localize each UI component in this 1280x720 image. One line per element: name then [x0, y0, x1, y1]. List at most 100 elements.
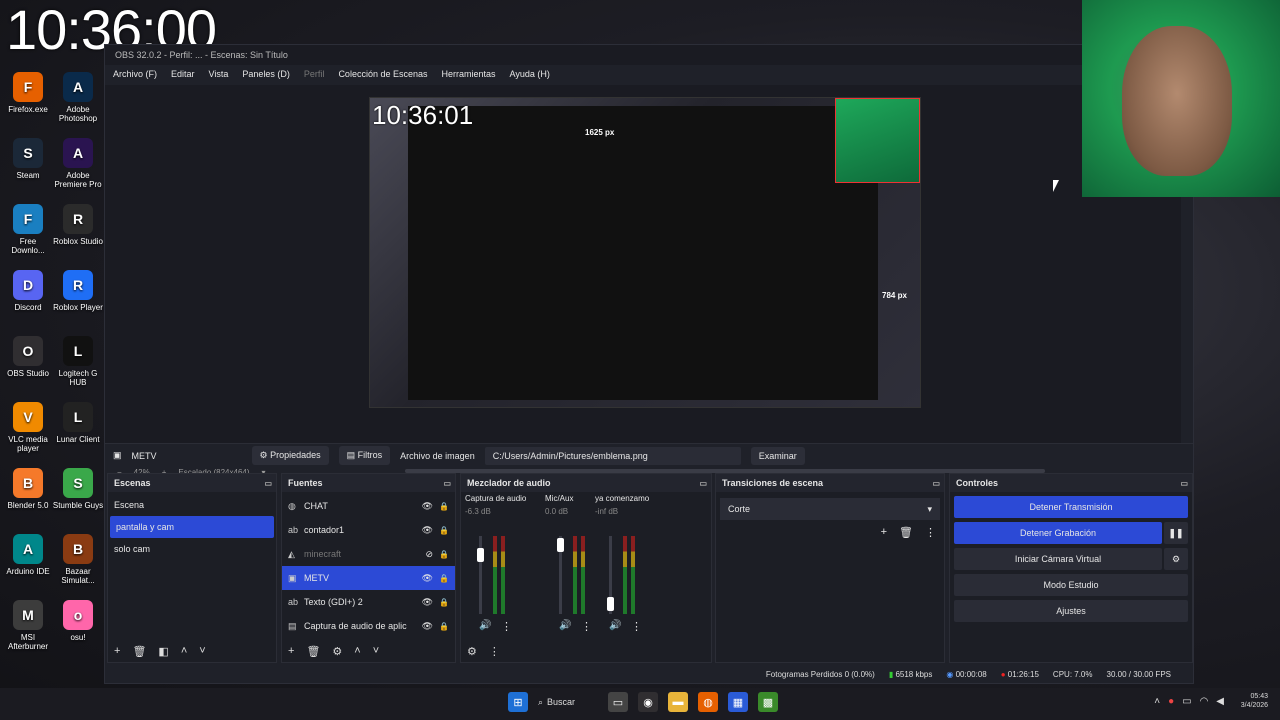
chevron-up-icon[interactable]: ˄ — [1154, 696, 1160, 707]
transition-select[interactable]: Corte ▾ — [720, 498, 940, 520]
desktop-icon[interactable]: R Roblox Player — [52, 270, 104, 312]
volume-icon[interactable]: 🔊 — [559, 620, 571, 631]
obs-taskbar-icon[interactable]: ◉ — [638, 692, 658, 712]
desktop-icon[interactable]: A Adobe Premiere Pro — [52, 138, 104, 189]
lock-icon[interactable]: 🔒 — [439, 598, 449, 607]
source-item[interactable]: ab contador1 👁 🔒 — [282, 518, 455, 542]
volume-slider-handle[interactable] — [557, 537, 564, 552]
menu-item[interactable]: Editar — [171, 69, 195, 79]
task-view-icon[interactable]: ▭ — [608, 692, 628, 712]
chevron-up-icon[interactable]: ˄ — [354, 645, 360, 658]
more-options-icon[interactable]: ⋮ — [581, 620, 592, 633]
network-icon[interactable]: ▭ — [1182, 696, 1191, 707]
gear-icon[interactable]: ⚙ — [332, 645, 342, 658]
lock-icon[interactable]: 🔒 — [439, 622, 449, 631]
lock-icon[interactable]: 🔒 — [439, 502, 449, 511]
source-item[interactable]: ▣ METV 👁 🔒 — [282, 566, 455, 590]
pause-recording-icon[interactable]: ❚❚ — [1164, 522, 1188, 544]
start-virtual-camera-button[interactable]: Iniciar Cámara Virtual — [954, 548, 1162, 570]
desktop-icon[interactable]: L Lunar Client — [52, 402, 104, 444]
undock-icon[interactable]: ▭ — [264, 479, 272, 488]
scene-item[interactable]: pantalla y cam — [110, 516, 274, 538]
menu-item[interactable]: Colección de Escenas — [338, 69, 427, 79]
studio-mode-button[interactable]: Modo Estudio — [954, 574, 1188, 596]
volume-slider-handle[interactable] — [607, 596, 614, 611]
undock-icon[interactable]: ▭ — [932, 479, 940, 488]
eye-icon[interactable]: 👁 — [422, 501, 433, 512]
stop-stream-button[interactable]: Detener Transmisión — [954, 496, 1188, 518]
chevron-down-icon[interactable]: ˅ — [199, 645, 205, 658]
firefox-taskbar-icon[interactable]: ◍ — [698, 692, 718, 712]
desktop-icon[interactable]: S Stumble Guys — [52, 468, 104, 510]
desktop-icon[interactable]: R Roblox Studio — [52, 204, 104, 246]
microphone-icon[interactable]: ● — [1168, 696, 1174, 707]
file-explorer-icon[interactable]: ▬ — [668, 692, 688, 712]
lock-icon[interactable]: 🔒 — [439, 574, 449, 583]
gear-icon[interactable]: ⚙ — [1164, 548, 1188, 570]
source-item[interactable]: ab Texto (GDI+) 2 👁 🔒 — [282, 590, 455, 614]
eye-hidden-icon[interactable]: ⊘ — [425, 549, 433, 560]
settings-button[interactable]: Ajustes — [954, 600, 1188, 622]
desktop-icon[interactable]: L Logitech G HUB — [52, 336, 104, 387]
more-options-icon[interactable]: ⋮ — [501, 620, 512, 633]
desktop-icon[interactable]: O OBS Studio — [2, 336, 54, 378]
menu-item[interactable]: Archivo (F) — [113, 69, 157, 79]
undock-icon[interactable]: ▭ — [443, 479, 451, 488]
add-icon[interactable]: + — [288, 645, 294, 658]
taskbar-search[interactable]: ⌕ Buscar — [538, 697, 598, 708]
lock-icon[interactable]: 🔒 — [439, 526, 449, 535]
scene-item[interactable]: Escena — [108, 494, 276, 516]
menu-item[interactable]: Herramientas — [442, 69, 496, 79]
trash-icon[interactable]: 🗑 — [306, 645, 320, 658]
eye-icon[interactable]: 👁 — [422, 525, 433, 536]
stop-recording-button[interactable]: Detener Grabación — [954, 522, 1162, 544]
wifi-icon[interactable]: ◠ — [1200, 696, 1209, 707]
gear-icon[interactable]: ⚙ — [467, 645, 477, 658]
volume-slider-handle[interactable] — [477, 547, 484, 562]
menu-item[interactable]: Paneles (D) — [242, 69, 290, 79]
menu-item[interactable]: Vista — [209, 69, 229, 79]
minecraft-taskbar-icon[interactable]: ▩ — [758, 692, 778, 712]
menu-item[interactable]: Perfil — [304, 69, 325, 79]
undock-icon[interactable]: ▭ — [699, 479, 707, 488]
volume-icon[interactable]: 🔊 — [609, 620, 621, 631]
volume-icon[interactable]: ◀ — [1216, 696, 1224, 707]
desktop-icon[interactable]: S Steam — [2, 138, 54, 180]
desktop-icon[interactable]: B Blender 5.0 — [2, 468, 54, 510]
add-icon[interactable]: + — [881, 526, 887, 539]
desktop-icon[interactable]: A Adobe Photoshop — [52, 72, 104, 123]
preview-webcam-source[interactable] — [835, 98, 920, 183]
more-options-icon[interactable]: ⋮ — [631, 620, 642, 633]
preview-canvas[interactable]: 10:36:01 1625 px 784 px — [369, 97, 921, 408]
eye-icon[interactable]: 👁 — [422, 597, 433, 608]
chevron-up-icon[interactable]: ˄ — [181, 645, 187, 658]
trash-icon[interactable]: 🗑 — [899, 526, 913, 539]
desktop-icon[interactable]: A Arduino IDE — [2, 534, 54, 576]
more-options-icon[interactable]: ⋮ — [925, 526, 936, 539]
desktop-icon[interactable]: F Firefox.exe — [2, 72, 54, 114]
chevron-down-icon[interactable]: ˅ — [373, 645, 379, 658]
scene-item[interactable]: solo cam — [108, 538, 276, 560]
menu-item[interactable]: Ayuda (H) — [510, 69, 550, 79]
desktop-icon[interactable]: o osu! — [52, 600, 104, 642]
desktop-icon[interactable]: B Bazaar Simulat... — [52, 534, 104, 585]
volume-icon[interactable]: 🔊 — [479, 620, 491, 631]
preview-area[interactable]: 10:36:01 1625 px 784 px − 42% + Escalado… — [105, 85, 1181, 477]
desktop-icon[interactable]: V VLC media player — [2, 402, 54, 453]
desktop-icon[interactable]: F Free Downlo... — [2, 204, 54, 255]
eye-icon[interactable]: 👁 — [422, 573, 433, 584]
browse-button[interactable]: Examinar — [750, 446, 805, 465]
desktop-icon[interactable]: D Discord — [2, 270, 54, 312]
filter-icon[interactable]: ◧ — [158, 645, 168, 658]
windows-start-icon[interactable]: ⊞ — [508, 692, 528, 712]
undock-icon[interactable]: ▭ — [1180, 479, 1188, 488]
eye-icon[interactable]: 👁 — [422, 621, 433, 632]
store-icon[interactable]: ▦ — [728, 692, 748, 712]
more-options-icon[interactable]: ⋮ — [489, 645, 500, 658]
trash-icon[interactable]: 🗑 — [132, 645, 146, 658]
source-item[interactable]: ◍ CHAT 👁 🔒 — [282, 494, 455, 518]
properties-button[interactable]: ⚙ Propiedades — [251, 446, 329, 465]
desktop-icon[interactable]: M MSI Afterburner — [2, 600, 54, 651]
image-path-field[interactable]: C:/Users/Admin/Pictures/emblema.png — [484, 446, 741, 465]
lock-icon[interactable]: 🔒 — [439, 550, 449, 559]
